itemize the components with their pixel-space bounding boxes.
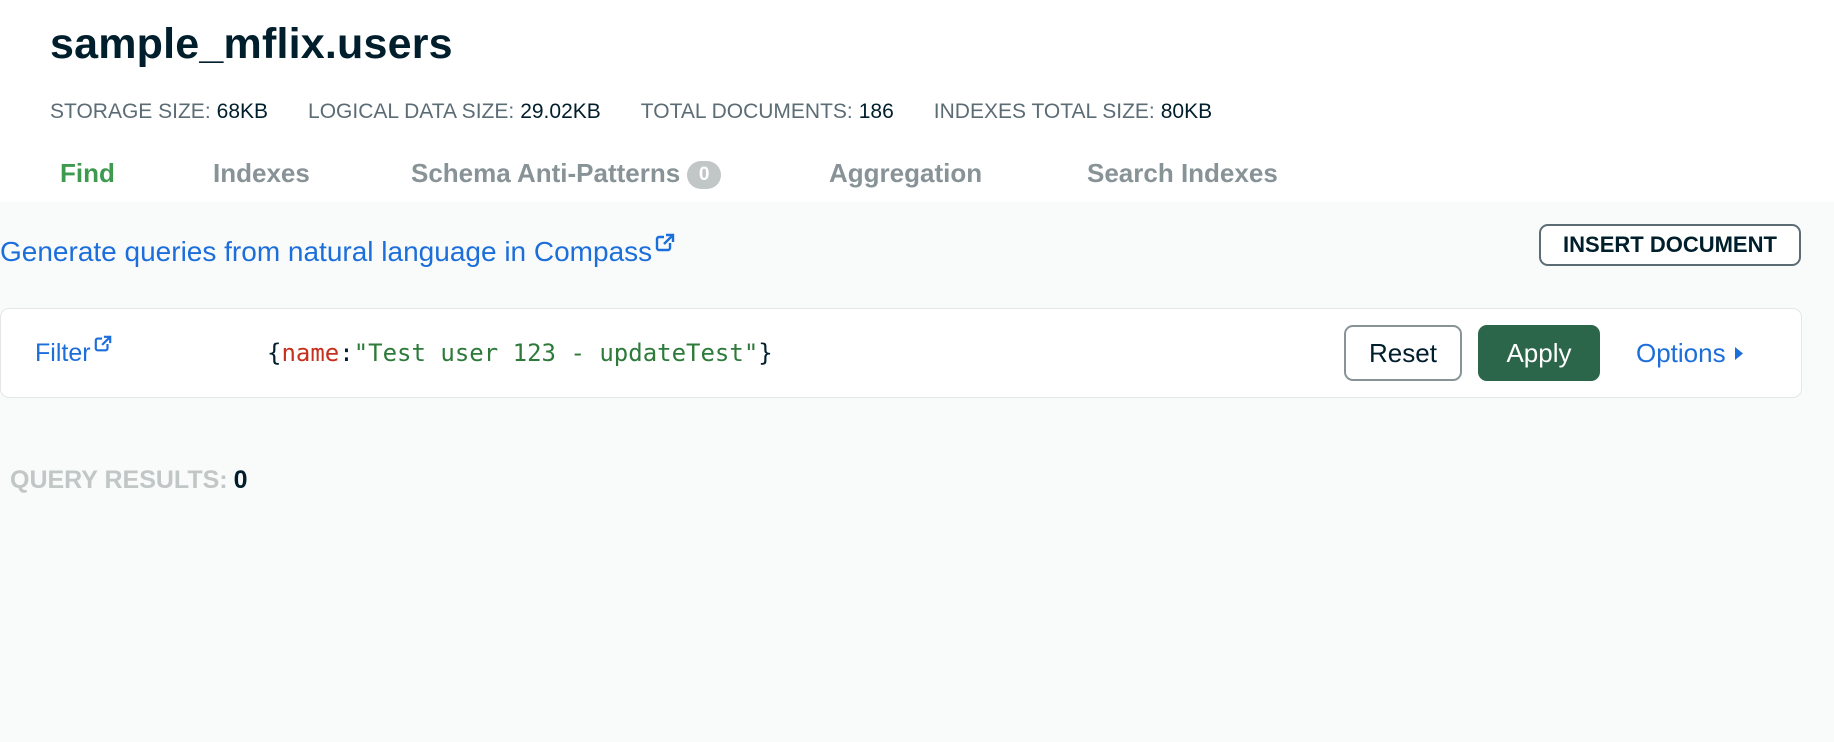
stat-logical-data-size: LOGICAL DATA SIZE: 29.02KB — [308, 100, 601, 124]
collection-page: sample_mflix.users STORAGE SIZE: 68KB LOG… — [0, 0, 1834, 742]
collection-title: sample_mflix.users — [50, 20, 453, 68]
stat-label: LOGICAL DATA SIZE: — [308, 100, 515, 123]
query-value: "Test user 123 - updateTest" — [353, 339, 759, 367]
stat-value: 29.02KB — [520, 100, 601, 123]
find-panel: Generate queries from natural language i… — [0, 202, 1834, 742]
tab-indexes[interactable]: Indexes — [213, 158, 310, 189]
caret-right-icon — [1734, 337, 1744, 368]
stat-storage-size: STORAGE SIZE: 68KB — [50, 100, 268, 124]
stat-value: 186 — [858, 100, 894, 123]
external-link-icon — [655, 228, 675, 260]
query-results-count: 0 — [233, 466, 248, 494]
insert-document-button[interactable]: INSERT DOCUMENT — [1539, 224, 1801, 266]
count-badge: 0 — [687, 161, 722, 189]
filter-query-input[interactable]: {name:"Test user 123 - updateTest"} — [267, 339, 773, 367]
query-results: QUERY RESULTS: 0 — [10, 466, 248, 495]
query-brace-open: { — [267, 339, 282, 367]
collection-stats: STORAGE SIZE: 68KB LOGICAL DATA SIZE: 29.0… — [50, 100, 1252, 124]
apply-button[interactable]: Apply — [1478, 325, 1600, 381]
tab-find[interactable]: Find — [60, 158, 115, 189]
tab-aggregation[interactable]: Aggregation — [829, 158, 982, 189]
tab-label: Schema Anti-Patterns — [411, 158, 681, 188]
stat-label: STORAGE SIZE: — [50, 100, 211, 123]
query-results-label: QUERY RESULTS: — [10, 466, 228, 494]
query-colon: : — [339, 339, 354, 367]
options-label: Options — [1636, 338, 1726, 368]
filter-bar: Filter {name:"Test user 123 - updateTest… — [0, 308, 1802, 398]
filter-label: Filter — [35, 339, 91, 367]
generate-queries-label: Generate queries from natural language i… — [0, 236, 653, 267]
collection-header: sample_mflix.users STORAGE SIZE: 68KB LOG… — [0, 0, 1834, 202]
stat-value: 80KB — [1160, 100, 1213, 123]
stat-indexes-total-size: INDEXES TOTAL SIZE: 80KB — [934, 100, 1212, 124]
options-toggle[interactable]: Options — [1636, 337, 1744, 369]
tab-schema-anti-patterns[interactable]: Schema Anti-Patterns 0 — [411, 158, 722, 189]
tab-search-indexes[interactable]: Search Indexes — [1087, 158, 1278, 189]
stat-total-documents: TOTAL DOCUMENTS: 186 — [641, 100, 894, 124]
query-brace-close: } — [758, 339, 773, 367]
reset-button[interactable]: Reset — [1344, 325, 1462, 381]
collection-tabs: Find Indexes Schema Anti-Patterns 0 Aggre… — [0, 158, 1400, 202]
external-link-icon — [94, 331, 112, 360]
query-key: name — [281, 339, 340, 367]
filter-link[interactable]: Filter — [35, 331, 112, 368]
generate-queries-link[interactable]: Generate queries from natural language i… — [0, 228, 675, 268]
stat-label: TOTAL DOCUMENTS: — [640, 100, 853, 123]
stat-value: 68KB — [216, 100, 269, 123]
stat-label: INDEXES TOTAL SIZE: — [933, 100, 1155, 123]
